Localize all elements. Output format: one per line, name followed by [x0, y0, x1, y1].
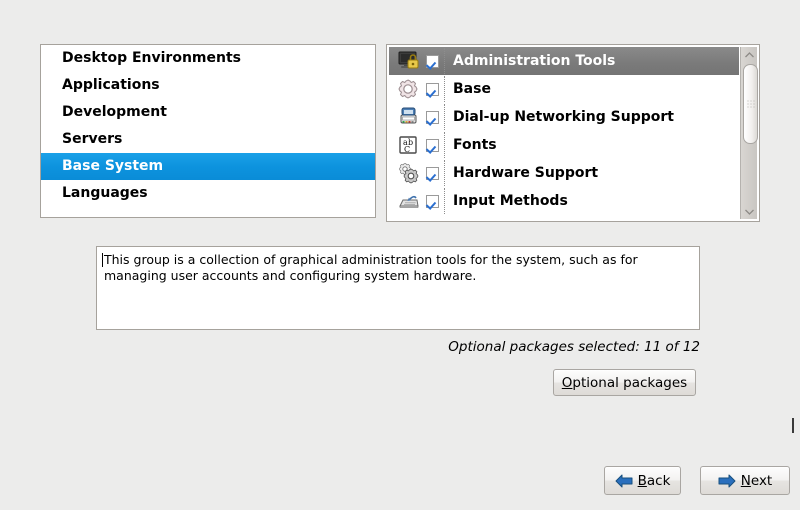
- button-mnemonic: O: [562, 375, 573, 391]
- package-list-viewport: Administration Tools: [389, 47, 739, 219]
- font-letters-icon: a b C: [397, 134, 423, 156]
- package-checkbox[interactable]: [426, 139, 439, 152]
- column-divider: [444, 132, 446, 158]
- installer-package-selection-screen: Desktop Environments Applications Develo…: [0, 0, 800, 510]
- group-item-label: Applications: [62, 77, 160, 93]
- column-divider: [444, 188, 446, 214]
- group-list-item[interactable]: Applications: [41, 72, 375, 99]
- package-group-list[interactable]: Desktop Environments Applications Develo…: [40, 44, 376, 218]
- package-checkbox[interactable]: [426, 111, 439, 124]
- group-item-label: Development: [62, 104, 167, 120]
- arrow-right-icon: [718, 474, 736, 488]
- package-checkbox[interactable]: [426, 167, 439, 180]
- scrollbar-thumb[interactable]: [743, 64, 758, 144]
- column-divider: [444, 48, 446, 74]
- button-mnemonic: B: [638, 473, 647, 489]
- monitor-lock-icon: [397, 50, 423, 72]
- package-subgroup-list[interactable]: Administration Tools: [386, 44, 760, 222]
- group-list-item[interactable]: Desktop Environments: [41, 45, 375, 72]
- group-item-label: Languages: [62, 185, 148, 201]
- arrow-left-icon: [615, 474, 633, 488]
- next-button[interactable]: Next: [700, 466, 790, 495]
- button-label: ptional packages: [572, 375, 687, 391]
- scrollbar-grip-icon: [747, 101, 754, 108]
- group-item-label: Servers: [62, 131, 122, 147]
- group-item-label: Base System: [62, 158, 163, 174]
- package-list-item[interactable]: Dial-up Networking Support: [389, 103, 739, 131]
- package-checkbox[interactable]: [426, 55, 439, 68]
- package-list-item[interactable]: Base: [389, 75, 739, 103]
- package-item-label: Base: [453, 81, 491, 97]
- package-list-item-selected[interactable]: Administration Tools: [389, 47, 739, 75]
- package-list-items: Administration Tools: [389, 47, 739, 215]
- gear-icon: [397, 78, 423, 100]
- window-edge-artifact: [792, 418, 794, 433]
- column-divider: [444, 104, 446, 130]
- group-item-label: Desktop Environments: [62, 50, 241, 66]
- scroll-down-arrow-icon[interactable]: [741, 204, 758, 219]
- group-description-text: This group is a collection of graphical …: [104, 252, 693, 284]
- package-item-label: Administration Tools: [453, 53, 615, 69]
- package-item-label: Input Methods: [453, 193, 568, 209]
- column-divider: [444, 76, 446, 102]
- svg-text:C: C: [404, 145, 410, 154]
- keyboard-icon: [397, 190, 423, 212]
- optional-packages-button[interactable]: Optional packages: [553, 369, 696, 396]
- back-button[interactable]: Back: [604, 466, 681, 495]
- group-list-item[interactable]: Servers: [41, 126, 375, 153]
- group-list-items: Desktop Environments Applications Develo…: [41, 45, 375, 207]
- optional-packages-status: Optional packages selected: 11 of 12: [300, 339, 700, 355]
- gears-icon: [397, 162, 423, 184]
- button-mnemonic: N: [741, 473, 751, 489]
- group-description-box: This group is a collection of graphical …: [96, 246, 700, 330]
- package-list-item[interactable]: a b C Fonts: [389, 131, 739, 159]
- button-label: ack: [647, 473, 671, 489]
- package-list-scrollbar[interactable]: [740, 47, 757, 219]
- scroll-up-arrow-icon[interactable]: [741, 47, 758, 62]
- package-item-label: Dial-up Networking Support: [453, 109, 674, 125]
- telephone-icon: [397, 106, 423, 128]
- package-item-label: Hardware Support: [453, 165, 598, 181]
- group-list-item[interactable]: Development: [41, 99, 375, 126]
- package-list-item[interactable]: Hardware Support: [389, 159, 739, 187]
- package-list-item[interactable]: Input Methods: [389, 187, 739, 215]
- selection-panels: Desktop Environments Applications Develo…: [40, 44, 760, 222]
- button-label: ext: [751, 473, 772, 489]
- group-list-item-selected[interactable]: Base System: [41, 153, 375, 180]
- package-item-label: Fonts: [453, 137, 497, 153]
- group-list-item[interactable]: Languages: [41, 180, 375, 207]
- package-checkbox[interactable]: [426, 83, 439, 96]
- package-checkbox[interactable]: [426, 195, 439, 208]
- column-divider: [444, 160, 446, 186]
